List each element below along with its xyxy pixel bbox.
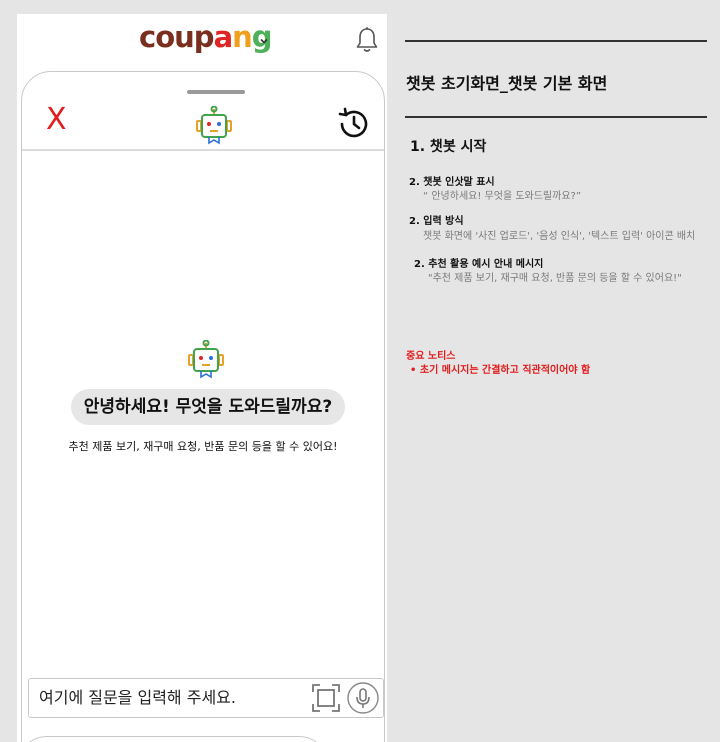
- spec-item-heading: 2. 추천 활용 예시 안내 메시지: [414, 259, 544, 270]
- greeting-bubble: 안녕하세요! 무엇을 도와드릴까요?: [71, 389, 345, 425]
- spec-item-heading: 2. 챗봇 인삿말 표시: [409, 177, 495, 188]
- input-placeholder: 여기에 질문을 입력해 주세요.: [39, 688, 236, 707]
- robot-icon: [195, 105, 233, 150]
- spec-item-detail: “ 안녕하세요! 무엇을 도와드릴까요?”: [423, 191, 582, 202]
- logo-letter: a: [213, 20, 234, 54]
- chatbot-phone-screen: coupang X 안녕하세요! 무엇을 도와드릴까요? 추천 제품 보기, 재…: [17, 14, 387, 742]
- chat-input[interactable]: 여기에 질문을 입력해 주세요.: [28, 678, 384, 718]
- logo-letter: o: [155, 20, 175, 54]
- drag-handle[interactable]: [187, 90, 245, 94]
- suggestion-text: 추천 제품 보기, 재구매 요청, 반품 문의 등을 할 수 있어요!: [68, 440, 338, 453]
- logo-letter: c: [139, 20, 156, 54]
- divider: [22, 149, 384, 151]
- history-icon[interactable]: [336, 106, 372, 146]
- next-sheet-edge: [17, 736, 329, 742]
- chevron-down-icon[interactable]: [257, 33, 271, 47]
- robot-icon: [187, 339, 225, 384]
- chatbot-sheet: X 안녕하세요! 무엇을 도와드릴까요? 추천 제품 보기, 재구매 요청, 반…: [21, 71, 385, 742]
- section-title: 1. 챗봇 시작: [410, 139, 487, 155]
- logo-letter: u: [174, 20, 195, 54]
- notice-item: • 초기 메시지는 간결하고 직관적이어야 함: [410, 365, 591, 376]
- logo-letter: n: [232, 20, 253, 54]
- scan-icon[interactable]: [311, 683, 341, 717]
- coupang-logo[interactable]: coupang: [139, 20, 273, 54]
- spec-item-heading: 2. 입력 방식: [409, 216, 464, 227]
- close-button[interactable]: X: [46, 100, 67, 140]
- app-header: coupang: [17, 14, 387, 70]
- mic-icon[interactable]: [347, 682, 379, 718]
- notice-title: 중요 노티스: [406, 351, 456, 362]
- spec-item-detail: "추천 제품 보기, 재구매 요청, 반품 문의 등을 할 수 있어요!": [428, 273, 682, 284]
- divider: [405, 116, 707, 118]
- divider: [405, 40, 707, 42]
- spec-item-detail: 챗봇 화면에 '사진 업로드', '음성 인식', '텍스트 입력' 아이콘 배…: [423, 231, 696, 242]
- logo-letter: p: [193, 20, 215, 54]
- bell-icon[interactable]: [355, 26, 379, 58]
- page-title: 챗봇 초기화면_챗봇 기본 화면: [406, 74, 608, 93]
